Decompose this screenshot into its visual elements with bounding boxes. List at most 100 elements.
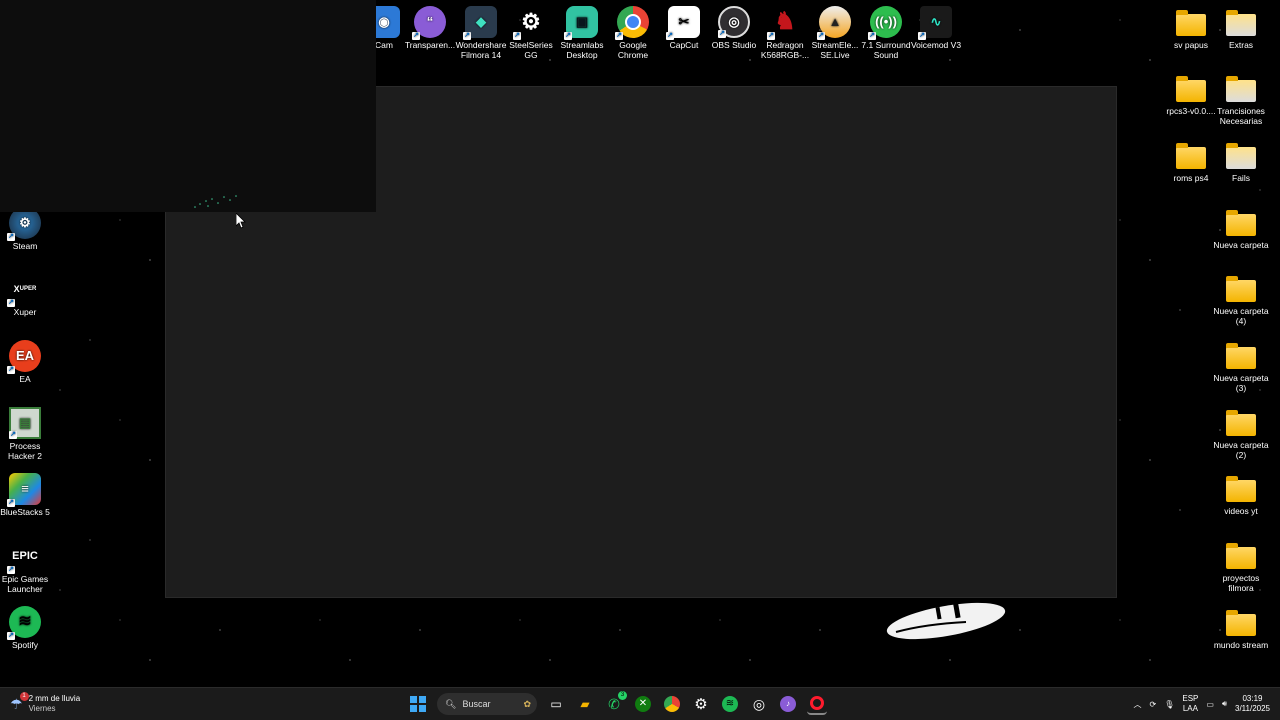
chrome-icon — [664, 696, 680, 712]
voicemod-icon: ∿ ↗ — [918, 6, 952, 40]
whatsapp-badge: 3 — [618, 691, 627, 700]
folder-icon — [1175, 139, 1207, 171]
desktop-icon-filmora[interactable]: ◆ ↗ Wondershare Filmora 14 — [453, 6, 509, 60]
desktop-icon-epic-games[interactable]: EPIC ↗ Epic Games Launcher — [0, 540, 53, 595]
desktop-icon-spotify[interactable]: ≋ ↗ Spotify — [0, 606, 53, 650]
epic-games-icon: EPIC ↗ — [7, 550, 38, 574]
folder-extras[interactable]: Extras — [1213, 6, 1269, 50]
ea-icon: EA ↗ — [7, 340, 41, 374]
desktop-icon-ea[interactable]: EA ↗ EA — [0, 340, 53, 384]
overlay-window-dark[interactable] — [0, 0, 376, 212]
taskbar: ☂ 1 2 mm de lluvia Viernes 🔍︎ Buscar ✿ ▭… — [0, 687, 1280, 720]
desktop-icon-bluestacks[interactable]: ≡ ↗ BlueStacks 5 — [0, 473, 53, 517]
folder-icon — [1225, 139, 1257, 171]
weather-icon: ☂ 1 — [10, 691, 29, 713]
weather-widget[interactable]: ☂ 1 2 mm de lluvia Viernes — [10, 691, 80, 717]
folder-mundo-stream[interactable]: mundo stream — [1213, 606, 1269, 650]
language-indicator[interactable]: ESP LAA — [1182, 694, 1198, 714]
chrome-taskbar-button[interactable] — [662, 694, 682, 714]
obs-taskbar-button[interactable]: ◎ — [749, 694, 769, 714]
folder-icon — [1225, 206, 1257, 238]
folder-icon — [1225, 539, 1257, 571]
xbox-icon: ✕ — [635, 696, 651, 712]
folder-icon — [1175, 72, 1207, 104]
folder-roms-ps4[interactable]: roms ps4 — [1163, 139, 1219, 183]
search-placeholder: Buscar — [462, 699, 491, 709]
mouse-cursor — [236, 213, 246, 229]
spotify-taskbar-button[interactable]: ≋ — [720, 694, 740, 714]
spotify-icon: ≋ ↗ — [7, 606, 41, 640]
whatsapp-button[interactable]: ✆ 3 — [604, 691, 627, 714]
display-icon[interactable]: ▭ — [1206, 700, 1214, 709]
streamelements-icon: ▲ ↗ — [817, 6, 851, 40]
steelseries-icon: ⚙ ↗ — [513, 9, 541, 40]
microphone-icon[interactable]: 🎙︎ — [1164, 700, 1174, 709]
search-highlight-icon: ✿ — [523, 698, 531, 709]
xuper-icon: X UPER ↗ — [7, 284, 37, 307]
file-explorer-icon: ▰ — [580, 697, 590, 711]
clock-time: 03:19 — [1242, 694, 1263, 703]
sync-icon[interactable]: ⟳ — [1150, 700, 1157, 709]
desktop-icon-chrome[interactable]: ↗ Google Chrome — [605, 6, 661, 60]
task-view-button[interactable]: ▭ — [546, 694, 566, 714]
desktop-icon-streamelements[interactable]: ▲ ↗ StreamEle... SE.Live — [807, 6, 863, 60]
chat-bubble-icon: “↗ — [412, 6, 446, 40]
volume-icon[interactable]: 🔊︎ — [1222, 699, 1227, 709]
folder-trancisiones[interactable]: Trancisiones Necesarias — [1213, 72, 1269, 126]
clock[interactable]: 03:19 3/11/2025 — [1235, 694, 1270, 714]
streamlabs-icon: ▣ ↗ — [564, 6, 598, 40]
folder-icon — [1225, 272, 1257, 304]
folder-fails[interactable]: Fails — [1213, 139, 1269, 183]
folder-rpcs3[interactable]: rpcs3-v0.0.... — [1163, 72, 1219, 116]
desktop-icon-voicemod[interactable]: ∿ ↗ Voicemod V3 — [908, 6, 964, 50]
folder-proyectos-filmora[interactable]: proyectos filmora — [1213, 539, 1269, 593]
folder-nueva-carpeta-2[interactable]: Nueva carpeta (2) — [1213, 406, 1269, 460]
weather-summary: 2 mm de lluvia — [28, 694, 81, 703]
xbox-button[interactable]: ✕ — [633, 694, 653, 714]
obs-icon: ◎ ↗ — [718, 6, 750, 38]
opera-icon — [810, 696, 824, 710]
desktop-icon-transparent[interactable]: “↗ Transparen... — [402, 6, 458, 50]
desktop-icon-steam[interactable]: ⚙ ↗ Steam — [0, 207, 53, 251]
show-hidden-icons-icon[interactable]: ︿ — [1134, 699, 1142, 710]
taskbar-search[interactable]: 🔍︎ Buscar ✿ — [437, 693, 537, 715]
opera-taskbar-button[interactable] — [807, 693, 827, 715]
folder-icon — [1225, 606, 1257, 638]
folder-icon — [1175, 6, 1207, 38]
desktop-icon-xuper[interactable]: X UPER ↗ Xuper — [0, 273, 53, 317]
folder-nueva-carpeta[interactable]: Nueva carpeta — [1213, 206, 1269, 250]
desktop-icon-process-hacker[interactable]: ▤ ↗ Process Hacker 2 — [0, 407, 53, 461]
steelseries-icon: ⚙ — [694, 696, 708, 713]
desktop-icon-steelseries[interactable]: ⚙ ↗ SteelSeries GG — [503, 6, 559, 61]
folder-icon — [1225, 406, 1257, 438]
weather-badge: 1 — [19, 691, 29, 701]
search-icon: 🔍︎ — [445, 698, 457, 709]
desktop-icon-capcut[interactable]: ✂ ↗ CapCut — [656, 6, 712, 50]
start-button[interactable] — [408, 694, 428, 714]
weather-day: Viernes — [28, 704, 56, 713]
process-hacker-icon: ▤ ↗ — [9, 407, 41, 439]
folder-icon — [1225, 6, 1257, 38]
surround-sound-icon: ((•)) ↗ — [868, 6, 902, 40]
folder-nueva-carpeta-4[interactable]: Nueva carpeta (4) — [1213, 272, 1269, 326]
file-explorer-button[interactable]: ▰ — [575, 694, 595, 714]
windows-start-icon — [410, 696, 426, 712]
folder-videos-yt[interactable]: videos yt — [1213, 472, 1269, 516]
chrome-icon: ↗ — [615, 6, 649, 40]
desktop-icon-streamlabs[interactable]: ▣ ↗ Streamlabs Desktop — [554, 6, 610, 60]
voicemod-taskbar-button[interactable]: ♪ — [778, 694, 798, 714]
desktop-icon-obs[interactable]: ◎ ↗ OBS Studio — [706, 6, 762, 50]
capcut-icon: ✂ ↗ — [666, 6, 700, 40]
folder-nueva-carpeta-3[interactable]: Nueva carpeta (3) — [1213, 339, 1269, 393]
folder-sv-papus[interactable]: sv papus — [1163, 6, 1219, 50]
bluestacks-icon: ≡ ↗ — [7, 473, 41, 507]
system-tray: ︿ ⟳ 🎙︎ ESP LAA ▭ 🔊︎ 03:19 3/11/2025 — [1134, 690, 1270, 718]
desktop-icon-surround[interactable]: ((•)) ↗ 7.1 Surround Sound — [858, 6, 914, 60]
desktop-icon-redragon[interactable]: ♞ ↗ Redragon K568RGB-... — [757, 6, 813, 61]
obs-icon: ◎ — [752, 695, 766, 712]
taskbar-pinned: 🔍︎ Buscar ✿ ▭ ▰ ✆ 3 ✕ ⚙ ≋ ◎ ♪ — [408, 691, 827, 717]
steelseries-taskbar-button[interactable]: ⚙ — [691, 694, 711, 714]
ufo-wallpaper-graphic — [886, 602, 1006, 640]
overlay-sparkle-graphic — [194, 195, 237, 208]
spotify-icon: ≋ — [722, 696, 738, 712]
